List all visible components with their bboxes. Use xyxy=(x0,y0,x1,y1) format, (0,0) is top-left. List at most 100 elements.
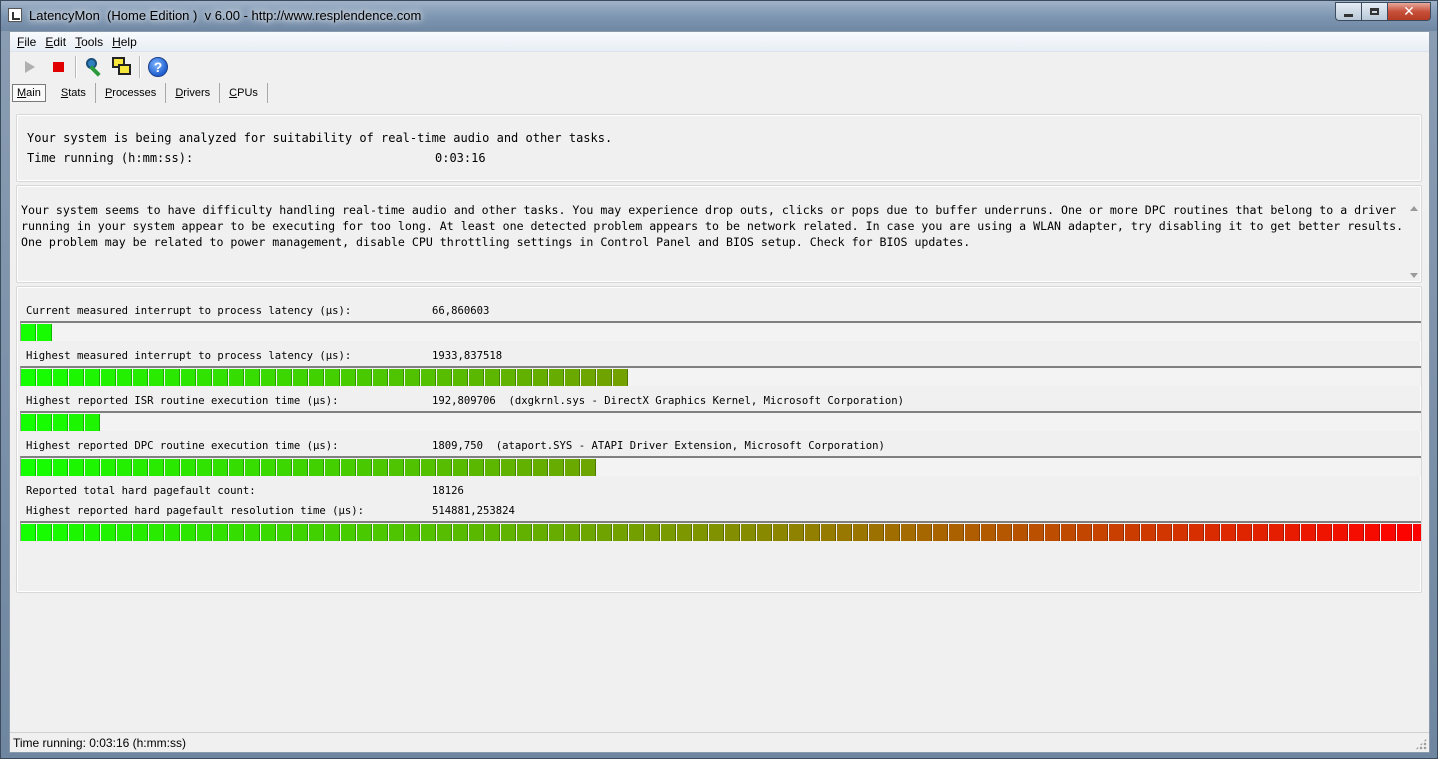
help-icon: ? xyxy=(148,57,168,77)
meter-segment xyxy=(261,524,276,541)
meter-segment xyxy=(69,459,84,476)
meter-segment xyxy=(581,524,596,541)
meter-segment xyxy=(117,524,132,541)
meter-segment xyxy=(421,459,436,476)
meter-segment xyxy=(1205,524,1220,541)
menu-file[interactable]: File xyxy=(14,35,39,49)
analyze-button[interactable] xyxy=(80,54,108,80)
windows-button[interactable] xyxy=(108,54,136,80)
pagefault-count-value: 18126 xyxy=(432,485,464,497)
highest-latency-label: Highest measured interrupt to process la… xyxy=(26,350,352,362)
meter-segment xyxy=(581,459,596,476)
meter-segment xyxy=(453,459,468,476)
meter-segment xyxy=(229,369,244,386)
meter-segment xyxy=(517,524,532,541)
meter-segment xyxy=(53,414,68,431)
stop-button[interactable] xyxy=(44,54,72,80)
meter-segment xyxy=(517,459,532,476)
minimize-button[interactable] xyxy=(1335,2,1361,21)
status-bar-text: Time running: 0:03:16 (h:mm:ss) xyxy=(13,736,186,750)
meter-segment xyxy=(1253,524,1268,541)
meter-segment xyxy=(997,524,1012,541)
conclusion-panel[interactable]: Your system seems to have difficulty han… xyxy=(16,185,1422,283)
meter-segment xyxy=(1365,524,1380,541)
help-button[interactable]: ? xyxy=(144,54,172,80)
meter-segment xyxy=(469,524,484,541)
pagefault-count-label: Reported total hard pagefault count: xyxy=(26,485,256,497)
meter-segment xyxy=(565,524,580,541)
meter-segment xyxy=(133,459,148,476)
meter-segment xyxy=(821,524,836,541)
meter-segment xyxy=(37,324,52,341)
meter-segment xyxy=(757,524,772,541)
meter-segment xyxy=(293,524,308,541)
meter-segment xyxy=(917,524,932,541)
meter-segment xyxy=(149,524,164,541)
tab-main[interactable]: Main xyxy=(12,84,46,102)
meter-segment xyxy=(293,369,308,386)
meter-segment xyxy=(37,524,52,541)
meter-segment xyxy=(85,524,100,541)
title-bar[interactable]: LatencyMon (Home Edition ) v 6.00 - http… xyxy=(1,1,1437,31)
resize-grip-icon[interactable] xyxy=(1415,738,1427,750)
menu-tools[interactable]: Tools xyxy=(72,35,106,49)
meter-segment xyxy=(725,524,740,541)
scroll-up-icon[interactable] xyxy=(1410,206,1418,211)
analysis-status-text: Your system is being analyzed for suitab… xyxy=(27,131,613,145)
meter-segment xyxy=(309,524,324,541)
meter-segment xyxy=(245,459,260,476)
dpc-time-value: 1809,750 (ataport.SYS - ATAPI Driver Ext… xyxy=(432,440,885,452)
meter-segment xyxy=(37,414,52,431)
analyze-icon xyxy=(84,57,104,77)
tab-drivers[interactable]: Drivers xyxy=(166,83,221,103)
toolbar-separator xyxy=(139,56,141,78)
meter-segment xyxy=(197,524,212,541)
conclusion-scrollbar[interactable] xyxy=(1409,202,1419,280)
scroll-down-icon[interactable] xyxy=(1410,273,1418,278)
menu-edit-label: dit xyxy=(53,34,67,49)
meter-segment xyxy=(1077,524,1092,541)
tab-stats[interactable]: Stats xyxy=(52,83,96,103)
tab-cpus[interactable]: CPUs xyxy=(220,83,268,103)
meter-segment xyxy=(213,524,228,541)
start-button[interactable] xyxy=(16,54,44,80)
menu-edit[interactable]: Edit xyxy=(42,35,69,49)
meter-segment xyxy=(533,369,548,386)
meter-segment xyxy=(885,524,900,541)
meter-segment xyxy=(1269,524,1284,541)
tab-processes[interactable]: Processes xyxy=(96,83,167,103)
minimize-icon xyxy=(1344,13,1353,17)
latencymon-window: LatencyMon (Home Edition ) v 6.00 - http… xyxy=(0,0,1438,759)
caption-buttons: ✕ xyxy=(1335,2,1431,22)
meter-segment xyxy=(789,524,804,541)
isr-time-value: 192,809706 (dxgkrnl.sys - DirectX Graphi… xyxy=(432,395,904,407)
highest-latency-value: 1933,837518 xyxy=(432,350,503,362)
meter-segment xyxy=(1109,524,1124,541)
meter-segment xyxy=(85,414,100,431)
meter-segment xyxy=(21,414,36,431)
conclusion-text: Your system seems to have difficulty han… xyxy=(21,203,1404,249)
menu-help[interactable]: Help xyxy=(109,35,140,49)
meter-segment xyxy=(197,369,212,386)
meter-segment xyxy=(613,524,628,541)
close-button[interactable]: ✕ xyxy=(1387,2,1431,21)
meter-segment xyxy=(69,524,84,541)
meter-segment xyxy=(325,459,340,476)
meter-segment xyxy=(517,369,532,386)
meter-segment xyxy=(389,459,404,476)
meter-segment xyxy=(485,459,500,476)
meter-segment xyxy=(405,524,420,541)
meter-segment xyxy=(869,524,884,541)
meter-segment xyxy=(213,459,228,476)
meter-segment xyxy=(1189,524,1204,541)
meter-segment xyxy=(501,369,516,386)
meter-segment xyxy=(645,524,660,541)
highest-latency-bar xyxy=(20,366,1421,386)
meter-segment xyxy=(549,524,564,541)
maximize-button[interactable] xyxy=(1361,2,1387,21)
meter-segment xyxy=(357,369,372,386)
meter-segment xyxy=(181,524,196,541)
status-panel: Your system is being analyzed for suitab… xyxy=(16,114,1422,182)
meter-segment xyxy=(549,369,564,386)
meter-segment xyxy=(453,369,468,386)
